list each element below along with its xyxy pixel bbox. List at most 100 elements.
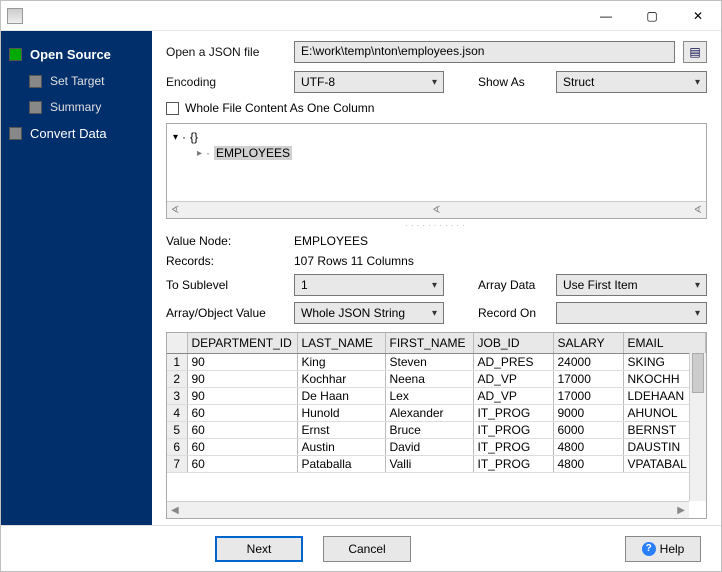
chevron-down-icon: ▾ — [432, 280, 437, 291]
tree-root: {} — [190, 130, 198, 144]
cell: 24000 — [553, 353, 623, 370]
cell: Kochhar — [297, 370, 385, 387]
chevron-down-icon: ▾ — [432, 77, 437, 88]
splitter[interactable]: ··········· — [166, 221, 707, 230]
cell: 60 — [187, 404, 297, 421]
cell: 6000 — [553, 421, 623, 438]
cell: Ernst — [297, 421, 385, 438]
column-header[interactable]: SALARY — [553, 333, 623, 353]
cell: AD_VP — [473, 370, 553, 387]
table-row[interactable]: 760PataballaValliIT_PROG4800VPATABAL — [167, 455, 706, 472]
step-marker-icon — [29, 75, 42, 88]
folder-icon: ▤ — [689, 45, 700, 59]
recordon-label: Record On — [478, 306, 548, 320]
help-icon: ? — [642, 542, 656, 556]
next-button[interactable]: Next — [215, 536, 303, 562]
cell: 4800 — [553, 455, 623, 472]
cell: IT_PROG — [473, 421, 553, 438]
encoding-select[interactable]: UTF-8 ▾ — [294, 71, 444, 93]
row-number: 2 — [167, 370, 187, 387]
minimize-button[interactable]: — — [583, 1, 629, 31]
chevron-down-icon: ▾ — [432, 308, 437, 319]
step-summary[interactable]: Summary — [1, 94, 152, 120]
column-header[interactable]: JOB_ID — [473, 333, 553, 353]
browse-button[interactable]: ▤ — [683, 41, 707, 63]
row-number: 5 — [167, 421, 187, 438]
tree-scrollbar[interactable]: ∢∢∢ — [167, 201, 706, 218]
value-node-label: Value Node: — [166, 234, 286, 248]
titlebar: — ▢ ✕ — [1, 1, 721, 31]
cell: 60 — [187, 421, 297, 438]
cell: 90 — [187, 387, 297, 404]
showas-select[interactable]: Struct ▾ — [556, 71, 707, 93]
table-row[interactable]: 290KochharNeenaAD_VP17000NKOCHH — [167, 370, 706, 387]
step-marker-icon — [9, 127, 22, 140]
help-button[interactable]: ? Help — [625, 536, 701, 562]
maximize-button[interactable]: ▢ — [629, 1, 675, 31]
cell: Pataballa — [297, 455, 385, 472]
wizard-footer: Next Cancel ? Help — [1, 525, 721, 571]
row-number: 7 — [167, 455, 187, 472]
step-label: Open Source — [30, 47, 111, 62]
whole-file-label: Whole File Content As One Column — [185, 101, 374, 115]
step-label: Convert Data — [30, 126, 107, 141]
cell: Austin — [297, 438, 385, 455]
showas-label: Show As — [478, 75, 548, 89]
step-convert-data[interactable]: Convert Data — [1, 120, 152, 147]
json-tree[interactable]: ▾ · {} ▸ · EMPLOYEES ∢∢∢ — [166, 123, 707, 219]
cell: 4800 — [553, 438, 623, 455]
app-icon — [7, 8, 23, 24]
arraydata-select[interactable]: Use First Item ▾ — [556, 274, 707, 296]
cell: Valli — [385, 455, 473, 472]
step-open-source[interactable]: Open Source — [1, 41, 152, 68]
tree-expand-icon[interactable]: ▾ — [173, 132, 178, 143]
table-row[interactable]: 190KingStevenAD_PRES24000SKING — [167, 353, 706, 370]
cell: 9000 — [553, 404, 623, 421]
content-panel: Open a JSON file E:\work\temp\nton\emplo… — [152, 31, 721, 525]
records-value: 107 Rows 11 Columns — [294, 254, 414, 268]
chevron-down-icon: ▾ — [695, 280, 700, 291]
arrobj-select[interactable]: Whole JSON String ▾ — [294, 302, 444, 324]
file-path-input[interactable]: E:\work\temp\nton\employees.json — [294, 41, 675, 63]
cell: Lex — [385, 387, 473, 404]
column-header[interactable]: FIRST_NAME — [385, 333, 473, 353]
cell: Neena — [385, 370, 473, 387]
cell: IT_PROG — [473, 404, 553, 421]
sublevel-select[interactable]: 1 ▾ — [294, 274, 444, 296]
arraydata-label: Array Data — [478, 278, 548, 292]
cell: 17000 — [553, 370, 623, 387]
cell: Hunold — [297, 404, 385, 421]
step-label: Summary — [50, 100, 101, 114]
value-node-value: EMPLOYEES — [294, 234, 368, 248]
table-row[interactable]: 460HunoldAlexanderIT_PROG9000AHUNOL — [167, 404, 706, 421]
cell: Bruce — [385, 421, 473, 438]
column-header[interactable]: LAST_NAME — [297, 333, 385, 353]
tree-expand-icon[interactable]: ▸ — [197, 148, 202, 159]
cancel-button[interactable]: Cancel — [323, 536, 411, 562]
cell: AD_PRES — [473, 353, 553, 370]
row-number: 4 — [167, 404, 187, 421]
records-label: Records: — [166, 254, 286, 268]
row-number: 3 — [167, 387, 187, 404]
column-header[interactable]: EMAIL — [623, 333, 706, 353]
step-marker-icon — [9, 48, 22, 61]
table-row[interactable]: 390De HaanLexAD_VP17000LDEHAAN — [167, 387, 706, 404]
vertical-scrollbar[interactable] — [689, 353, 706, 501]
tree-selected-node[interactable]: EMPLOYEES — [214, 146, 292, 160]
column-header[interactable]: DEPARTMENT_ID — [187, 333, 297, 353]
preview-table: DEPARTMENT_IDLAST_NAMEFIRST_NAMEJOB_IDSA… — [166, 332, 707, 519]
whole-file-checkbox[interactable] — [166, 102, 179, 115]
tree-braces-icon: · — [206, 146, 210, 160]
recordon-select[interactable]: ▾ — [556, 302, 707, 324]
table-row[interactable]: 560ErnstBruceIT_PROG6000BERNST — [167, 421, 706, 438]
cell: 60 — [187, 455, 297, 472]
table-row[interactable]: 660AustinDavidIT_PROG4800DAUSTIN — [167, 438, 706, 455]
cell: 90 — [187, 370, 297, 387]
open-file-label: Open a JSON file — [166, 45, 286, 59]
step-set-target[interactable]: Set Target — [1, 68, 152, 94]
close-button[interactable]: ✕ — [675, 1, 721, 31]
step-label: Set Target — [50, 74, 104, 88]
cell: IT_PROG — [473, 455, 553, 472]
horizontal-scrollbar[interactable]: ◀▶ — [167, 501, 689, 518]
cell: Alexander — [385, 404, 473, 421]
